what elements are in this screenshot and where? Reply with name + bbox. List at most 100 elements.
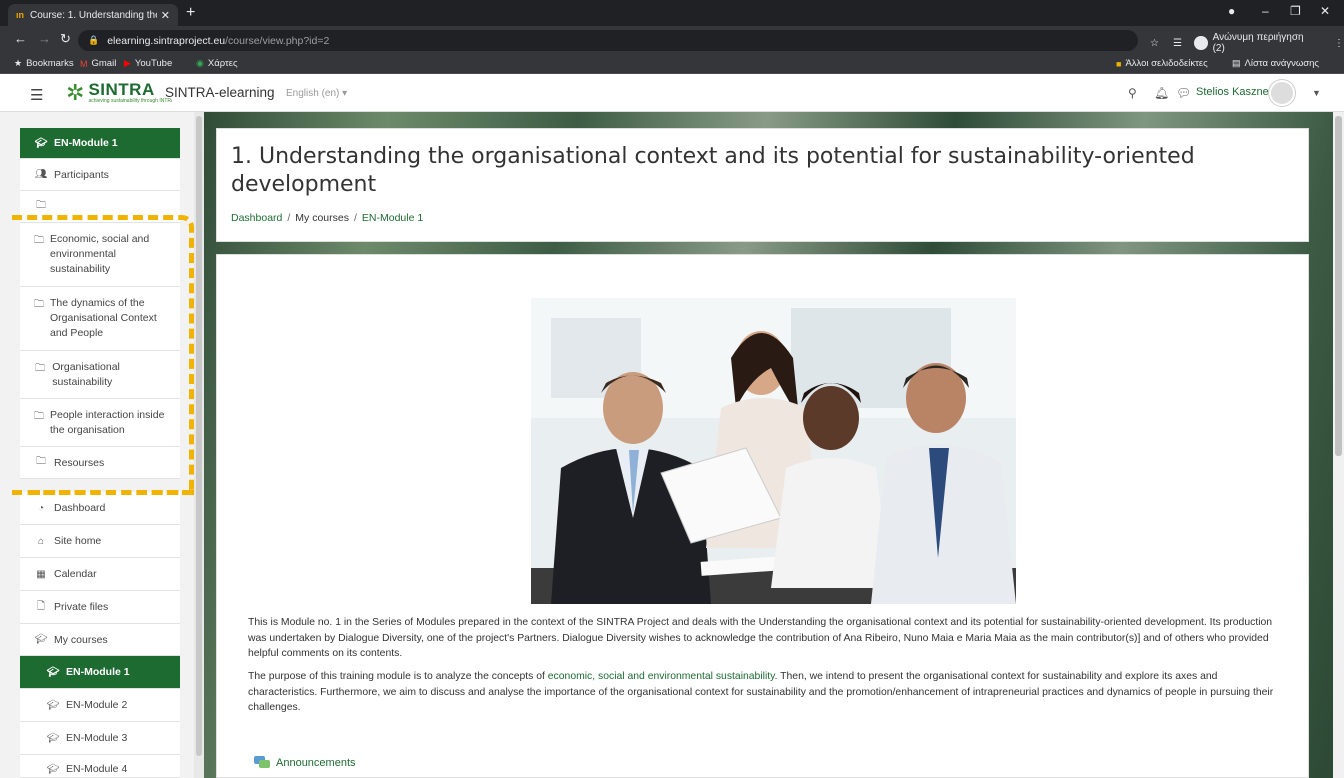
incognito-label[interactable]: Ανώνυμη περιήγηση (2) — [1213, 32, 1316, 54]
drawer-course-en-module-3[interactable]: 🎓︎ EN-Module 3 — [20, 722, 180, 755]
graduation-cap-icon: 🎓︎ — [34, 137, 48, 149]
users-icon: 👥︎ — [34, 169, 48, 180]
gmail-icon: M — [80, 58, 88, 69]
drawer-participants[interactable]: 👥︎ Participants — [20, 159, 180, 191]
drawer-course-en-module-1[interactable]: 🎓︎ EN-Module 1 — [20, 656, 180, 689]
reading-list-label: Λίστα ανάγνωσης — [1244, 58, 1319, 69]
drawer-site-home[interactable]: ⌂ Site home — [20, 525, 180, 558]
breadcrumb-current-course[interactable]: EN-Module 1 — [362, 212, 423, 224]
site-logo[interactable]: ✲ SINTRA achieving sustainability throug… — [66, 81, 172, 104]
reading-list[interactable]: ▤ Λίστα ανάγνωσης — [1232, 58, 1319, 69]
page-header: 1. Understanding the organisational cont… — [216, 128, 1309, 242]
other-bookmarks[interactable]: ■ Άλλοι σελιδοδείκτες — [1116, 58, 1208, 69]
drawer-dashboard-label: Dashboard — [54, 502, 106, 514]
language-selector[interactable]: English (en) ▾ — [286, 88, 347, 99]
bookmark-maps[interactable]: ◉ Χάρτες — [196, 58, 238, 69]
page-scrollbar-thumb[interactable] — [1335, 116, 1342, 456]
file-icon: 🗋 — [36, 600, 46, 612]
highlight-annotation — [12, 215, 194, 495]
breadcrumb-separator: / — [353, 212, 357, 224]
breadcrumb-my-courses[interactable]: My courses — [295, 212, 349, 224]
logo-text: SINTRA — [88, 80, 155, 99]
drawer-course-en-module-2[interactable]: 🎓︎ EN-Module 2 — [20, 689, 180, 722]
drawer-calendar-label: Calendar — [54, 568, 97, 580]
graduation-cap-icon: 🎓︎ — [46, 666, 60, 678]
tab-title: Course: 1. Understanding the org — [30, 9, 157, 21]
course-description-paragraph-2: The purpose of this training module is t… — [248, 669, 1288, 716]
drawer-course-en-module-4[interactable]: 🎓︎ EN-Module 4 — [20, 755, 180, 778]
highlight-annotation-bottom — [30, 490, 192, 495]
breadcrumb: Dashboard / My courses / EN-Module 1 — [231, 212, 423, 224]
forum-icon — [254, 756, 270, 768]
browser-tab-bar: ın Course: 1. Understanding the org ✕ + … — [0, 0, 1344, 26]
site-favicon-icon: ın — [16, 10, 24, 20]
drawer-course-label: EN-Module 3 — [66, 732, 128, 744]
minimize-icon[interactable]: – — [1262, 4, 1269, 18]
avatar[interactable] — [1269, 80, 1295, 106]
announcements-link[interactable]: Announcements — [276, 757, 356, 769]
browser-tab[interactable]: ın Course: 1. Understanding the org ✕ — [8, 4, 178, 26]
reload-icon[interactable]: ↻ — [60, 32, 71, 46]
bookmarks-bar: ★ Bookmarks M Gmail ▶ YouTube ◉ Χάρτες ■… — [0, 54, 1344, 74]
graduation-cap-icon: 🎓︎ — [34, 634, 48, 645]
course-banner-image — [531, 298, 1016, 604]
menu-kebab-icon[interactable]: ⋮ — [1334, 38, 1344, 49]
logo-tagline: achieving sustainability through INTRApr… — [88, 98, 172, 104]
reading-list-icon: ▤ — [1232, 58, 1241, 68]
site-name[interactable]: SINTRA-elearning — [165, 85, 275, 100]
bookmarks-label: Bookmarks — [26, 58, 74, 69]
browser-toolbar: ← → ↻ 🔒 elearning.sintraproject.eu /cour… — [0, 26, 1344, 54]
back-icon[interactable]: ← — [14, 32, 27, 46]
page-scrollbar[interactable] — [1333, 112, 1344, 778]
forward-icon[interactable]: → — [38, 32, 51, 46]
user-menu-caret-icon[interactable]: ▼ — [1312, 88, 1321, 98]
other-bookmarks-label: Άλλοι σελιδοδείκτες — [1125, 58, 1208, 69]
bookmark-youtube[interactable]: ▶ YouTube — [124, 58, 172, 69]
bookmarks-menu[interactable]: ★ Bookmarks — [14, 58, 74, 69]
drawer-course-label: EN-Module 1 — [66, 666, 130, 678]
drawer-private-files[interactable]: 🗋 Private files — [20, 591, 180, 624]
reading-list-icon[interactable]: ☰ — [1173, 38, 1182, 49]
star-icon: ★ — [14, 58, 23, 68]
window-close-icon[interactable]: ✕ — [1320, 4, 1330, 18]
extension-icon[interactable]: ● — [1228, 4, 1235, 18]
drawer-scrollbar[interactable] — [194, 112, 204, 778]
youtube-icon: ▶ — [124, 58, 131, 68]
new-tab-icon[interactable]: + — [186, 4, 195, 22]
close-tab-icon[interactable]: ✕ — [161, 9, 170, 22]
bookmark-youtube-label: YouTube — [134, 58, 173, 69]
course-content: This is Module no. 1 in the Series of Mo… — [216, 254, 1309, 778]
address-bar[interactable]: 🔒 elearning.sintraproject.eu /course/vie… — [78, 30, 1138, 51]
hamburger-menu-icon[interactable]: ☰ — [30, 86, 43, 104]
drawer-private-files-label: Private files — [54, 601, 109, 613]
calendar-icon: ▦ — [36, 568, 46, 580]
home-icon: ⌂ — [37, 535, 45, 547]
graduation-cap-icon: 🎓︎ — [46, 732, 60, 744]
drawer-scrollbar-thumb[interactable] — [196, 116, 202, 756]
incognito-icon — [1193, 36, 1208, 50]
bookmark-gmail-label: Gmail — [91, 58, 117, 69]
messages-icon[interactable]: 💬︎ — [1176, 86, 1191, 100]
announcements-activity[interactable]: Announcements — [254, 756, 356, 769]
drawer-calendar[interactable]: ▦ Calendar — [20, 558, 180, 591]
drawer-course-title[interactable]: 🎓︎ EN-Module 1 — [20, 128, 180, 159]
drawer-my-courses[interactable]: 🎓︎ My courses — [20, 624, 180, 656]
paragraph-text: The purpose of this training module is t… — [248, 671, 548, 682]
restore-icon[interactable]: ❐ — [1290, 4, 1301, 18]
notifications-bell-icon[interactable]: 🔔︎ — [1154, 86, 1169, 100]
breadcrumb-separator: / — [287, 212, 291, 224]
breadcrumb-dashboard[interactable]: Dashboard — [231, 212, 282, 224]
bookmark-star-icon[interactable]: ☆ — [1150, 38, 1159, 49]
site-navbar: ☰ ✲ SINTRA achieving sustainability thro… — [0, 75, 1344, 112]
graduation-cap-icon: 🎓︎ — [46, 699, 60, 711]
course-description-paragraph-1: This is Module no. 1 in the Series of Mo… — [248, 617, 1273, 659]
url-host: elearning.sintraproject.eu — [107, 34, 226, 47]
drawer-dashboard[interactable]: ◔ Dashboard — [20, 492, 180, 525]
sustainability-link[interactable]: economic, social and environmental susta… — [548, 671, 775, 682]
bookmark-gmail[interactable]: M Gmail — [80, 58, 116, 69]
drawer-my-courses-label: My courses — [54, 633, 108, 646]
drawer-course-label: EN-Module 2 — [66, 699, 128, 711]
maps-pin-icon: ◉ — [196, 58, 204, 68]
url-path: /course/view.php?id=2 — [225, 34, 330, 47]
search-icon[interactable]: ⚲ — [1128, 86, 1137, 100]
